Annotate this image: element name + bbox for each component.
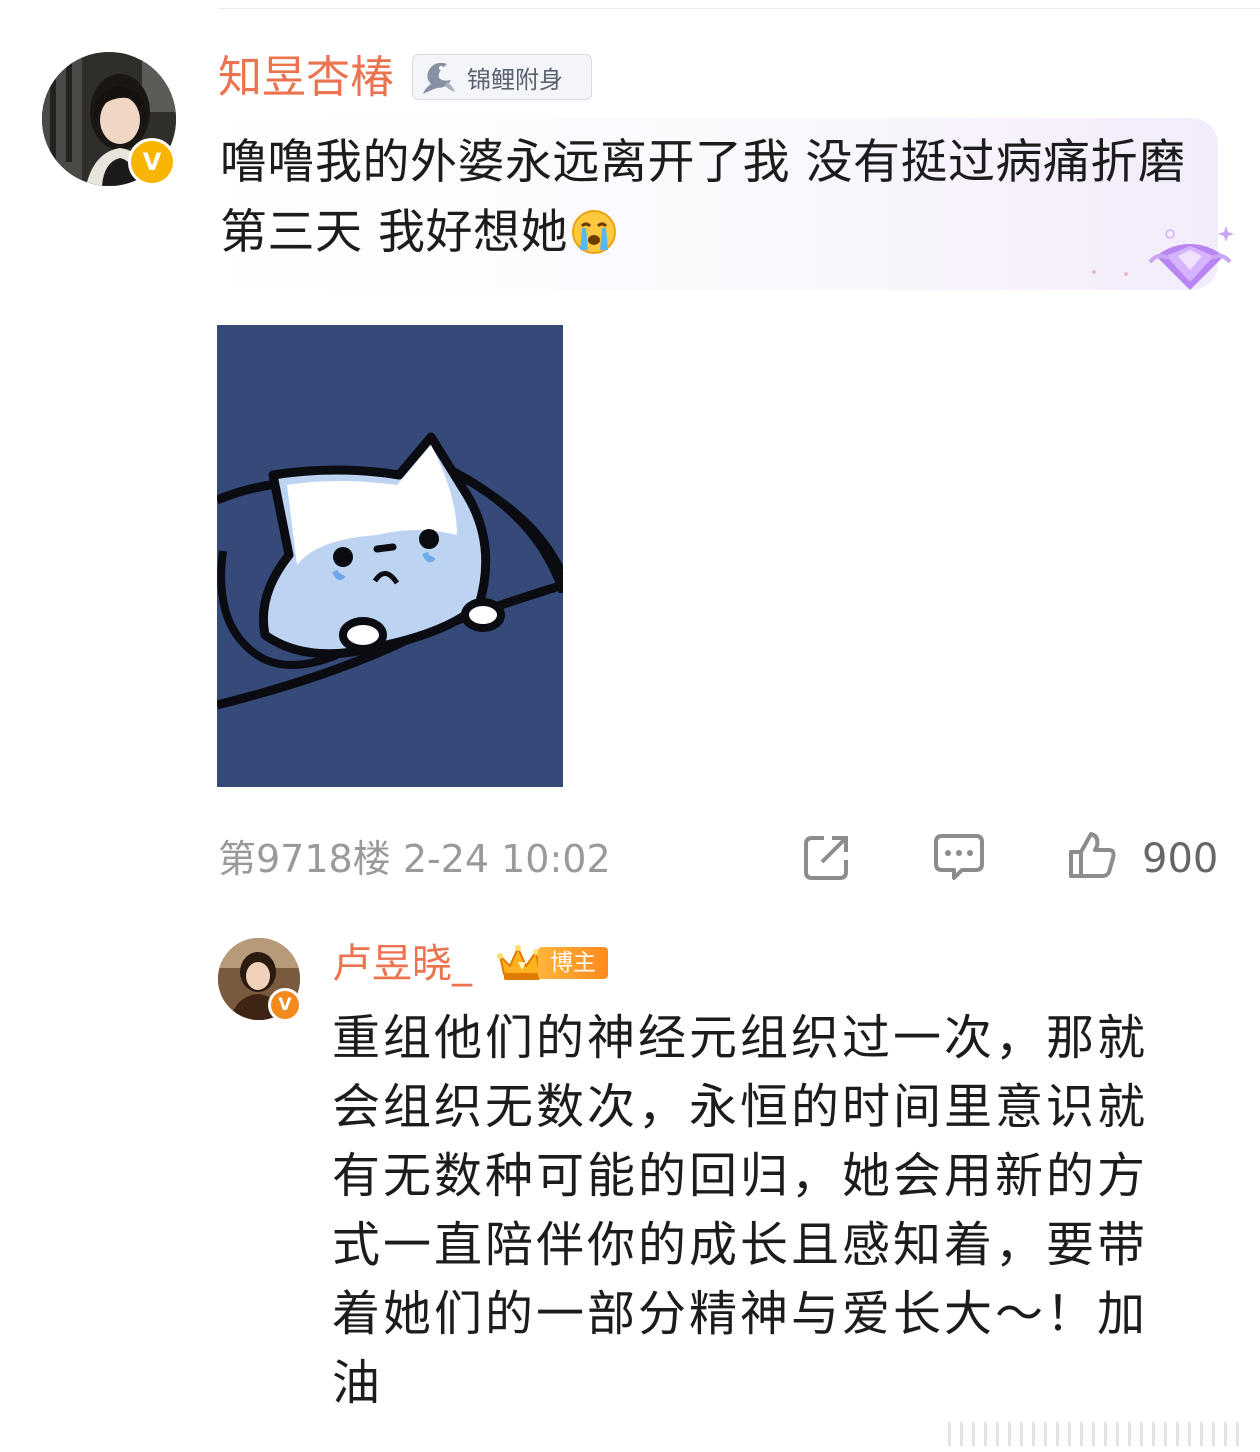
diamond-decoration-icon [1092, 226, 1234, 290]
cat-image[interactable] [217, 325, 563, 787]
comment-meta: 第9718楼 2-24 10:02 [218, 834, 611, 884]
reply-text: 重组他们的神经元组织过一次，那就会组织无数次，永恒的时间里意识就有无数种可能的回… [332, 1010, 1149, 1411]
comment-text: 噜噜我的外婆永远离开了我 没有挺过病痛折磨 第三天 我好想她 [220, 128, 1205, 268]
blogger-tag-label: 博主 [538, 947, 608, 979]
koi-tag[interactable]: 锦鲤附身 [412, 54, 592, 100]
comment-icon [934, 834, 984, 880]
comment-button[interactable] [930, 830, 988, 884]
share-icon [804, 836, 848, 880]
watermark-strip [948, 1422, 1248, 1446]
verified-badge-icon: V [268, 988, 302, 1022]
like-count: 900 [1142, 836, 1219, 882]
thumbs-up-icon [1069, 832, 1116, 878]
verified-badge-icon: V [128, 138, 176, 186]
blogger-tag[interactable]: 博主 [496, 942, 610, 982]
like-button[interactable] [1066, 828, 1118, 882]
top-divider [218, 8, 1260, 9]
crying-face-icon [571, 210, 616, 254]
floor-number: 第9718楼 [218, 837, 391, 881]
tag-label: 锦鲤附身 [467, 65, 563, 94]
share-button[interactable] [800, 830, 854, 884]
reply-username[interactable]: 卢昱晓_ [332, 936, 472, 992]
username[interactable]: 知昱杏椿 [218, 50, 394, 106]
comment-time: 2-24 10:02 [402, 837, 611, 881]
comment-body: 噜噜我的外婆永远离开了我 没有挺过病痛折磨 第三天 我好想她 [220, 135, 1186, 260]
koi-fish-icon [423, 62, 455, 94]
